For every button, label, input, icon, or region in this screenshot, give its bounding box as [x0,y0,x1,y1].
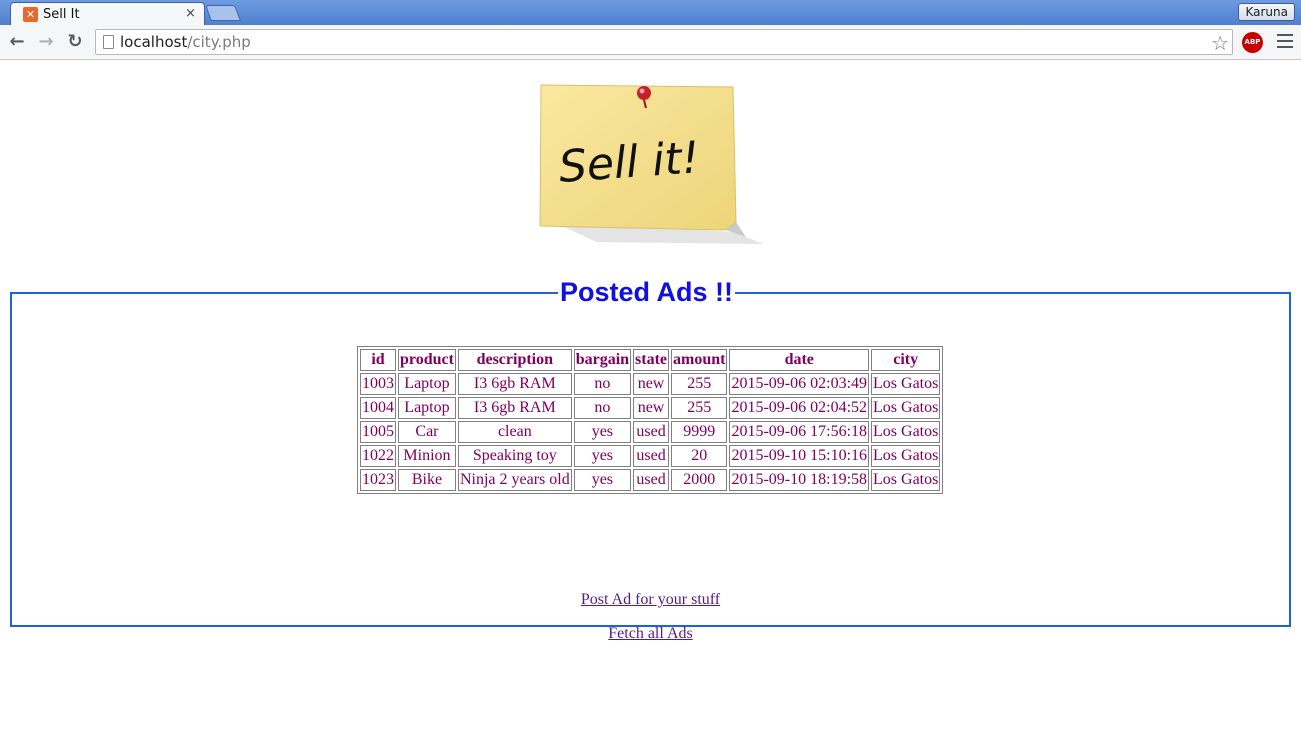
table-cell: Los Gatos [871,469,941,491]
table-cell: Minion [398,445,456,467]
table-cell: Laptop [398,397,456,419]
table-cell: 1022 [360,445,396,467]
table-cell: I3 6gb RAM [457,397,572,419]
browser-tab[interactable]: ✕ Sell It × [10,2,205,26]
table-cell: clean [457,421,572,443]
posted-ads-section: Posted Ads !! id product description bar… [10,277,1291,642]
table-cell: Car [398,421,456,443]
column-header: id [360,349,396,371]
column-header: product [398,349,456,371]
address-bar[interactable]: localhost/city.php ☆ [95,29,1233,55]
section-legend: Posted Ads !! [560,277,734,307]
table-cell: Los Gatos [871,373,941,395]
column-header: amount [671,349,728,371]
post-ad-link[interactable]: Post Ad for your stuff [581,591,720,608]
xampp-favicon-icon: ✕ [23,7,38,22]
ads-table: id product description bargain state amo… [357,346,944,494]
sell-it-logo: Sell it! [539,84,764,244]
menu-icon[interactable] [1277,34,1293,50]
table-cell: 255 [671,373,728,395]
table-cell: 2015-09-06 02:03:49 [729,373,870,395]
table-row: 1004 Laptop I3 6gb RAM no new 255 2015-0… [360,397,941,419]
table-cell: yes [573,469,632,491]
fetch-all-row: Fetch all Ads [12,625,1289,643]
table-cell: 1023 [360,469,396,491]
table-cell: 2015-09-06 17:56:18 [729,421,870,443]
table-cell: 1003 [360,373,396,395]
table-cell: 255 [671,397,728,419]
table-cell: I3 6gb RAM [457,373,572,395]
new-tab-button[interactable] [205,5,241,21]
table-cell: 1004 [360,397,396,419]
table-row: 1023 Bike Ninja 2 years old yes used 200… [360,469,941,491]
url-text: localhost/city.php [120,33,251,51]
table-cell: 20 [671,445,728,467]
table-cell: new [633,397,670,419]
fetch-all-ads-link[interactable]: Fetch all Ads [608,625,692,642]
table-cell: used [633,469,670,491]
browser-titlebar: ✕ Sell It × Karuna [0,0,1301,26]
back-icon[interactable]: ← [6,31,28,53]
post-ad-row: Post Ad for your stuff [12,591,1289,609]
column-header: description [457,349,572,371]
table-cell: new [633,373,670,395]
table-cell: no [573,373,632,395]
table-cell: 2000 [671,469,728,491]
table-row: 1005 Car clean yes used 9999 2015-09-06 … [360,421,941,443]
table-cell: Los Gatos [871,421,941,443]
table-cell: 2015-09-10 15:10:16 [729,445,870,467]
table-cell: 2015-09-06 02:04:52 [729,397,870,419]
table-cell: Speaking toy [457,445,572,467]
table-cell: Los Gatos [871,397,941,419]
column-header: date [729,349,870,371]
reload-icon[interactable]: ↻ [64,31,86,53]
adblock-icon[interactable]: ABP [1242,32,1263,53]
table-row: 1022 Minion Speaking toy yes used 20 201… [360,445,941,467]
url-host: localhost [120,33,188,51]
table-cell: Bike [398,469,456,491]
table-cell: Laptop [398,373,456,395]
profile-button[interactable]: Karuna [1238,3,1295,21]
url-path: /city.php [187,33,251,51]
table-cell: 9999 [671,421,728,443]
table-cell: no [573,397,632,419]
table-cell: Los Gatos [871,445,941,467]
table-header-row: id product description bargain state amo… [360,349,941,371]
table-cell: yes [573,421,632,443]
table-cell: 1005 [360,421,396,443]
column-header: city [871,349,941,371]
forward-icon[interactable]: → [35,31,57,53]
tab-title: Sell It [43,7,80,22]
table-row: 1003 Laptop I3 6gb RAM no new 255 2015-0… [360,373,941,395]
bookmark-star-icon[interactable]: ☆ [1211,31,1229,55]
table-cell: used [633,421,670,443]
table-cell: 2015-09-10 18:19:58 [729,469,870,491]
column-header: state [633,349,670,371]
table-cell: Ninja 2 years old [457,469,572,491]
column-header: bargain [573,349,632,371]
table-cell: yes [573,445,632,467]
logo-text: Sell it! [557,132,701,193]
browser-toolbar: ← → ↻ localhost/city.php ☆ ABP [0,25,1301,60]
table-cell: used [633,445,670,467]
tab-close-icon[interactable]: × [185,6,196,21]
page-icon [103,35,114,49]
